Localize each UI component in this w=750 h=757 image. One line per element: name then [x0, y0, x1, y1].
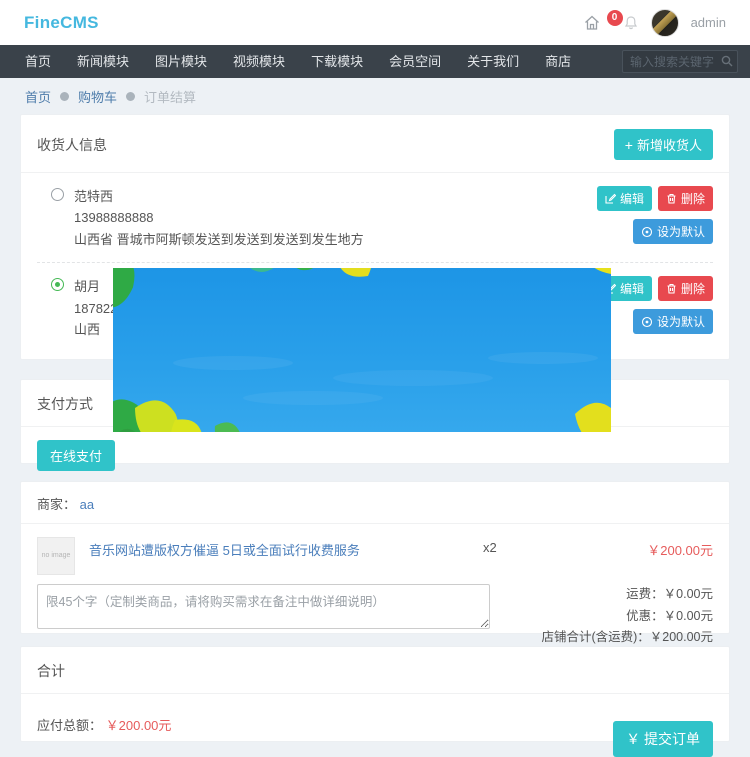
plus-icon: +	[625, 138, 633, 152]
nav-item-about[interactable]: 关于我们	[454, 45, 532, 78]
address-row-1: 范特西 13988888888 山西省 晋城市阿斯顿发送到发送到发送到发生地方 …	[37, 173, 713, 262]
breadcrumb-cart[interactable]: 购物车	[78, 87, 117, 106]
recipient-title: 收货人信息	[37, 135, 107, 155]
nav-item-news[interactable]: 新闻模块	[64, 45, 142, 78]
payable-value: ￥200.00元	[106, 718, 172, 733]
total-title: 合计	[37, 661, 713, 681]
notifications[interactable]: 0	[613, 12, 639, 34]
notification-badge: 0	[607, 10, 623, 26]
product-title-link[interactable]: 音乐网站遭版权方催逼 5日或全面试行收费服务	[89, 540, 360, 559]
order-note-input[interactable]	[37, 584, 490, 629]
set-default-button[interactable]: 设为默认	[633, 219, 713, 244]
breadcrumb-separator-icon	[126, 92, 135, 101]
delete-address-button[interactable]: 删除	[658, 276, 713, 301]
delete-address-button[interactable]: 删除	[658, 186, 713, 211]
search-icon[interactable]	[720, 54, 734, 68]
summary-shop-total: 店铺合计(含运费)：￥200.00元	[541, 627, 713, 649]
main-nav: 首页 新闻模块 图片模块 视频模块 下载模块 会员空间 关于我们 商店	[0, 45, 750, 78]
address-detail: 山西省 晋城市阿斯顿发送到发送到发送到发生地方	[74, 229, 364, 250]
summary-discount: 优惠：￥0.00元	[541, 606, 713, 628]
product-row: no image 音乐网站遭版权方催逼 5日或全面试行收费服务 x2 ￥200.…	[37, 537, 713, 575]
home-icon[interactable]	[583, 14, 601, 32]
nav-item-downloads[interactable]: 下载模块	[298, 45, 376, 78]
breadcrumb-separator-icon	[60, 92, 69, 101]
shop-summary: 运费：￥0.00元 优惠：￥0.00元 店铺合计(含运费)：￥200.00元	[541, 584, 713, 650]
logo[interactable]: FineCMS	[24, 13, 99, 33]
top-header: FineCMS 0 admin	[0, 0, 750, 45]
product-thumbnail[interactable]: no image	[37, 537, 75, 575]
username[interactable]: admin	[691, 15, 726, 30]
merchant-name-link[interactable]: aa	[80, 497, 94, 512]
add-recipient-button[interactable]: + 新增收货人	[614, 129, 713, 160]
summary-shipping: 运费：￥0.00元	[541, 584, 713, 606]
edit-address-button[interactable]: 编辑	[597, 186, 652, 211]
total-card: 合计 应付总额： ￥200.00元 ￥ 提交订单	[20, 646, 730, 742]
product-price: ￥200.00元	[603, 537, 713, 559]
divider	[21, 693, 729, 694]
address-radio-1[interactable]	[51, 188, 64, 201]
product-quantity: x2	[483, 537, 603, 555]
set-default-button[interactable]: 设为默认	[633, 309, 713, 334]
breadcrumb: 首页 购物车 订单结算	[0, 78, 750, 114]
nav-item-shop[interactable]: 商店	[532, 45, 584, 78]
submit-order-button[interactable]: ￥ 提交订单	[613, 721, 713, 757]
trash-icon	[666, 283, 677, 294]
floating-product-image[interactable]	[113, 268, 611, 432]
target-icon	[641, 316, 653, 328]
address-phone: 13988888888	[74, 207, 364, 228]
merchant-label: 商家：	[37, 497, 76, 512]
nav-item-members[interactable]: 会员空间	[376, 45, 454, 78]
address-radio-2[interactable]	[51, 278, 64, 291]
trash-icon	[666, 193, 677, 204]
bell-icon	[623, 15, 639, 31]
breadcrumb-checkout: 订单结算	[144, 87, 196, 106]
nav-item-images[interactable]: 图片模块	[142, 45, 220, 78]
divider	[21, 523, 729, 524]
edit-icon	[605, 193, 616, 204]
address-name: 范特西	[74, 186, 364, 207]
merchant-card: 商家： aa no image 音乐网站遭版权方催逼 5日或全面试行收费服务 x…	[20, 481, 730, 634]
avatar[interactable]	[651, 9, 679, 37]
target-icon	[641, 226, 653, 238]
breadcrumb-home[interactable]: 首页	[25, 87, 51, 106]
online-payment-button[interactable]: 在线支付	[37, 440, 115, 471]
payable-label: 应付总额：	[37, 718, 102, 733]
nav-item-videos[interactable]: 视频模块	[220, 45, 298, 78]
nav-item-home[interactable]: 首页	[25, 45, 64, 78]
